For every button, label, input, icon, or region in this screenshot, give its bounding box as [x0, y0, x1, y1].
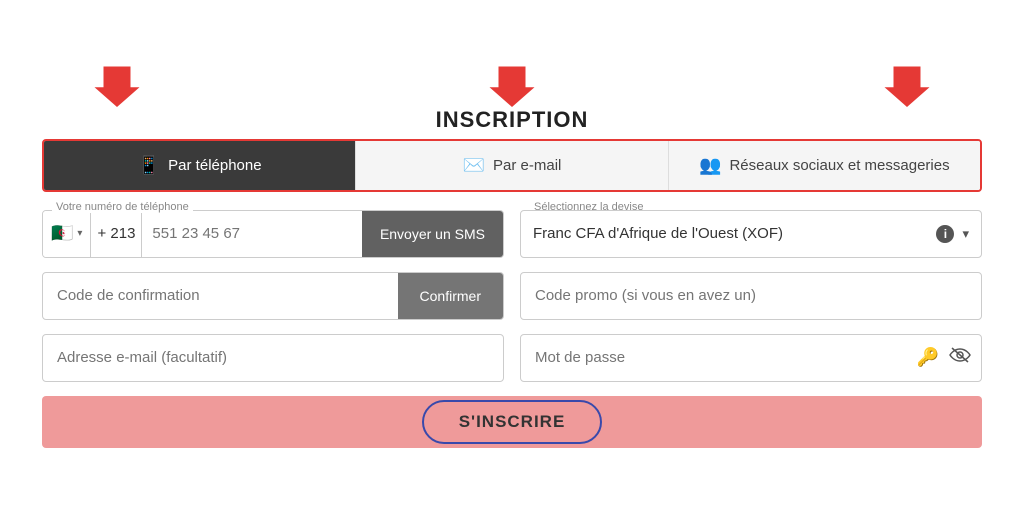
- confirm-button[interactable]: Confirmer: [398, 273, 503, 319]
- tab-bar: 📱 Par téléphone ✉️ Par e-mail 👥 Réseaux …: [42, 139, 982, 192]
- submit-button[interactable]: S'INSCRIRE: [42, 396, 982, 448]
- key-icon: 🔑: [917, 347, 939, 368]
- send-sms-button[interactable]: Envoyer un SMS: [362, 211, 503, 257]
- flag-emoji: 🇩🇿: [51, 223, 73, 244]
- password-icons: 🔑: [907, 347, 981, 368]
- devise-value: Franc CFA d'Afrique de l'Ouest (XOF): [533, 225, 936, 242]
- password-input[interactable]: [521, 349, 907, 366]
- promo-code-input[interactable]: [520, 272, 982, 320]
- main-container: INSCRIPTION 📱 Par téléphone ✉️ Par e-mai…: [22, 52, 1002, 468]
- email-tab-icon: ✉️: [463, 155, 485, 176]
- tab-social[interactable]: 👥 Réseaux sociaux et messageries: [669, 141, 980, 190]
- social-icon: 👥: [699, 155, 721, 176]
- tab-social-label: Réseaux sociaux et messageries: [729, 157, 949, 174]
- tab-email[interactable]: ✉️ Par e-mail: [356, 141, 668, 190]
- phone-field-label: Votre numéro de téléphone: [52, 201, 193, 213]
- flag-chevron-icon: ▾: [77, 228, 82, 239]
- tab-phone-label: Par téléphone: [168, 157, 261, 174]
- phone-input-group: 🇩🇿 ▾ + 213 Envoyer un SMS: [42, 210, 504, 258]
- right-arrow: [882, 62, 932, 112]
- tab-email-label: Par e-mail: [493, 157, 561, 174]
- toggle-password-icon[interactable]: [949, 347, 971, 368]
- devise-selector[interactable]: Franc CFA d'Afrique de l'Ouest (XOF) i ▾: [520, 210, 982, 258]
- devise-chevron-icon: ▾: [962, 226, 969, 242]
- confirmation-code-input[interactable]: [43, 287, 398, 304]
- submit-row: S'INSCRIRE: [42, 396, 982, 448]
- info-icon[interactable]: i: [936, 225, 954, 243]
- tab-phone[interactable]: 📱 Par téléphone: [44, 141, 356, 190]
- devise-icons: i ▾: [936, 225, 969, 243]
- phone-icon: 📱: [138, 155, 160, 176]
- center-arrow: [487, 62, 537, 107]
- page-title: INSCRIPTION: [436, 107, 589, 133]
- flag-selector[interactable]: 🇩🇿 ▾: [43, 211, 91, 257]
- confirmation-code-group: Confirmer: [42, 272, 504, 320]
- email-input[interactable]: [42, 334, 504, 382]
- password-group: 🔑: [520, 334, 982, 382]
- phone-number-input[interactable]: [142, 225, 362, 242]
- left-arrow: [92, 62, 142, 112]
- title-section: INSCRIPTION: [436, 62, 589, 133]
- phone-prefix: + 213: [91, 211, 142, 257]
